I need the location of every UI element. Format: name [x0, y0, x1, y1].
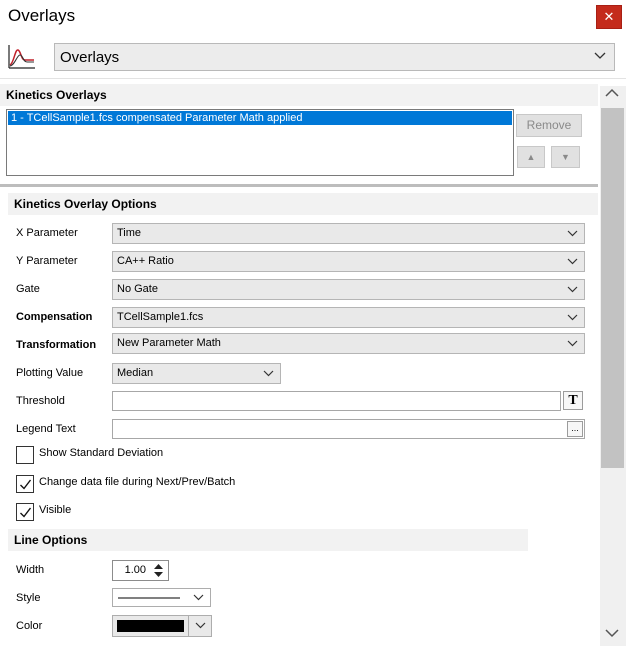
section-splitter[interactable]: [0, 184, 598, 187]
move-down-button[interactable]: ▼: [551, 146, 580, 168]
overlays-select-value: Overlays: [60, 49, 120, 66]
show-std-dev-label[interactable]: Show Standard Deviation: [39, 447, 163, 459]
ellipsis-icon: ...: [571, 423, 579, 433]
y-parameter-value: CA++ Ratio: [117, 255, 174, 267]
chevron-down-icon: [195, 622, 206, 629]
y-parameter-label: Y Parameter: [16, 255, 78, 267]
text-format-icon: T: [568, 393, 578, 408]
color-label: Color: [16, 620, 43, 632]
width-spinner[interactable]: 1.00: [112, 560, 169, 581]
checkmark-icon: [20, 479, 32, 490]
x-parameter-dropdown[interactable]: Time: [112, 223, 585, 244]
chevron-down-icon: [567, 258, 578, 265]
kinetics-overlays-header: Kinetics Overlays: [0, 84, 598, 106]
chevron-down-icon: [594, 52, 606, 59]
width-value: 1.00: [124, 564, 146, 576]
close-button[interactable]: ✕: [596, 5, 622, 29]
line-options-header: Line Options: [8, 529, 528, 551]
width-label: Width: [16, 564, 45, 576]
spinner-arrows[interactable]: [150, 562, 167, 579]
threshold-format-button[interactable]: T: [563, 391, 583, 410]
transformation-dropdown[interactable]: New Parameter Math: [112, 333, 585, 354]
arrow-up-icon: ▲: [526, 152, 536, 162]
gate-value: No Gate: [117, 283, 158, 295]
window-title: Overlays: [8, 6, 76, 25]
plotting-value-label: Plotting Value: [16, 367, 84, 379]
legend-text-label: Legend Text: [16, 423, 76, 435]
close-icon: ✕: [603, 9, 615, 24]
chevron-down-icon: [567, 230, 578, 237]
solid-line-icon: [118, 597, 180, 599]
plotting-value-dropdown[interactable]: Median: [112, 363, 281, 384]
overlay-listbox[interactable]: 1 - TCellSample1.fcs compensated Paramet…: [6, 109, 514, 176]
change-data-file-checkbox[interactable]: [16, 475, 34, 493]
y-parameter-dropdown[interactable]: CA++ Ratio: [112, 251, 585, 272]
legend-text-input[interactable]: [112, 419, 585, 439]
transformation-label: Transformation: [16, 339, 97, 351]
compensation-value: TCellSample1.fcs: [117, 311, 204, 323]
x-parameter-value: Time: [117, 227, 142, 239]
chevron-down-icon: [263, 370, 274, 377]
divider: [188, 616, 189, 636]
overlay-options-header: Kinetics Overlay Options: [8, 193, 598, 215]
line-color-dropdown[interactable]: [112, 615, 212, 637]
x-parameter-label: X Parameter: [16, 227, 78, 239]
chevron-down-icon: [567, 314, 578, 321]
scroll-down-icon[interactable]: [605, 628, 619, 638]
kinetics-chart-icon: [6, 43, 36, 71]
chevron-down-icon: [567, 340, 578, 347]
divider: [0, 78, 626, 79]
show-std-dev-checkbox[interactable]: [16, 446, 34, 464]
arrow-down-icon: ▼: [561, 152, 570, 162]
style-label: Style: [16, 592, 41, 604]
scroll-up-icon[interactable]: [605, 88, 619, 98]
color-swatch: [117, 620, 184, 632]
chevron-down-icon: [567, 286, 578, 293]
gate-dropdown[interactable]: No Gate: [112, 279, 585, 300]
overlays-select[interactable]: Overlays: [54, 43, 615, 71]
change-data-file-label[interactable]: Change data file during Next/Prev/Batch: [39, 476, 235, 488]
list-item[interactable]: 1 - TCellSample1.fcs compensated Paramet…: [8, 111, 512, 125]
compensation-dropdown[interactable]: TCellSample1.fcs: [112, 307, 585, 328]
visible-checkbox[interactable]: [16, 503, 34, 521]
transformation-value: New Parameter Math: [117, 337, 221, 349]
threshold-label: Threshold: [16, 395, 65, 407]
threshold-input[interactable]: [112, 391, 561, 411]
visible-label[interactable]: Visible: [39, 504, 71, 516]
line-style-dropdown[interactable]: [112, 588, 211, 607]
checkmark-icon: [20, 507, 32, 518]
move-up-button[interactable]: ▲: [517, 146, 545, 168]
plotting-value-value: Median: [117, 367, 154, 379]
compensation-label: Compensation: [16, 311, 93, 323]
gate-label: Gate: [16, 283, 40, 295]
chevron-down-icon: [193, 594, 204, 601]
remove-button[interactable]: Remove: [516, 114, 582, 137]
scrollbar-thumb[interactable]: [601, 108, 624, 468]
legend-text-browse-button[interactable]: ...: [567, 421, 583, 437]
